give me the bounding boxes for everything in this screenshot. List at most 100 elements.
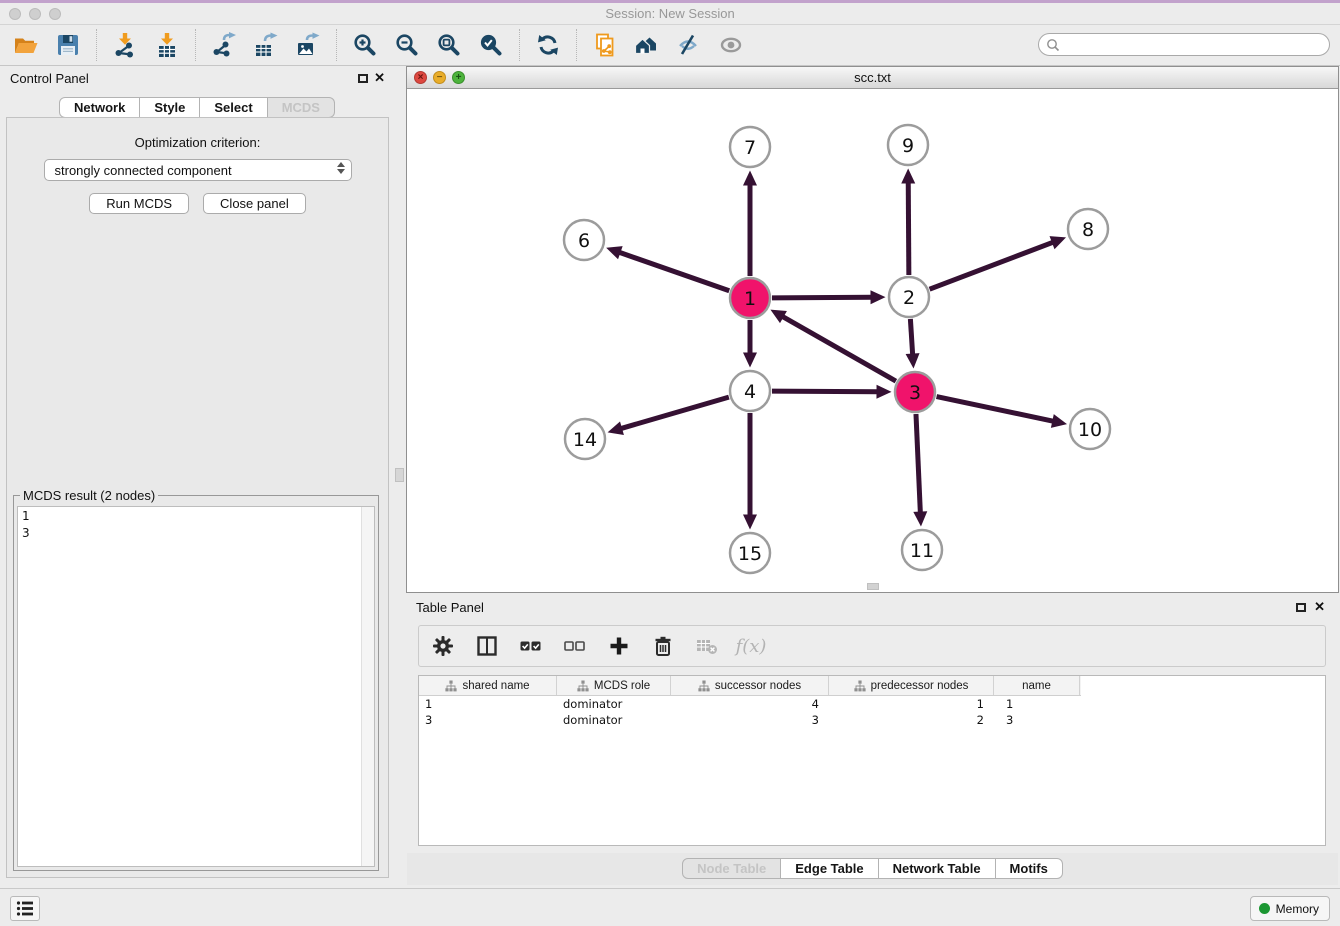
graph-edge-1-6[interactable] xyxy=(618,252,729,291)
zoom-selected-button[interactable] xyxy=(474,29,508,61)
table-tab-node-table[interactable]: Node Table xyxy=(682,858,781,879)
graph-edge-2-8[interactable] xyxy=(930,242,1054,289)
network-canvas-svg[interactable]: 7968124314101511 xyxy=(407,89,1338,592)
refresh-button[interactable] xyxy=(531,29,565,61)
table-cell[interactable]: 1 xyxy=(829,696,994,712)
zoom-in-button[interactable] xyxy=(348,29,382,61)
table-tab-edge-table[interactable]: Edge Table xyxy=(781,858,878,879)
graph-node-label: 4 xyxy=(744,381,756,403)
network-minimize-button[interactable]: − xyxy=(433,71,446,84)
zoom-out-button[interactable] xyxy=(390,29,424,61)
export-network-button[interactable] xyxy=(207,29,241,61)
home-button[interactable] xyxy=(630,29,664,61)
export-table-button[interactable] xyxy=(249,29,283,61)
import-network-button[interactable] xyxy=(108,29,142,61)
run-mcds-button[interactable]: Run MCDS xyxy=(89,193,189,214)
table-cell[interactable]: 3 xyxy=(671,712,829,728)
tab-mcds[interactable]: MCDS xyxy=(268,97,335,118)
gear-icon xyxy=(431,634,455,658)
graph-edge-arrowhead xyxy=(608,422,624,435)
deselect-all-button[interactable] xyxy=(561,632,589,660)
window-minimize-button[interactable] xyxy=(29,8,41,20)
graph-edge-1-2[interactable] xyxy=(772,297,873,298)
zoom-fit-button[interactable] xyxy=(432,29,466,61)
home-icon xyxy=(634,32,660,58)
hide-selected-button[interactable] xyxy=(672,29,706,61)
graph-edge-4-3[interactable] xyxy=(772,391,879,392)
import-table-button[interactable] xyxy=(150,29,184,61)
table-cell[interactable]: 3 xyxy=(419,712,557,728)
delete-table-button[interactable] xyxy=(693,632,721,660)
network-resize-grip[interactable] xyxy=(867,583,879,590)
export-image-button[interactable] xyxy=(291,29,325,61)
column-header-MCDS-role[interactable]: MCDS role xyxy=(557,676,671,695)
console-button[interactable] xyxy=(10,896,40,921)
column-header-shared-name[interactable]: shared name xyxy=(419,676,557,695)
import-network-icon xyxy=(112,32,138,58)
table-cell[interactable]: dominator xyxy=(557,696,671,712)
open-session-button[interactable] xyxy=(9,29,43,61)
table-cell[interactable]: 3 xyxy=(994,712,1080,728)
table-row[interactable]: 1dominator411 xyxy=(419,696,1325,712)
table-row[interactable]: 3dominator323 xyxy=(419,712,1325,728)
optimization-criterion-select[interactable]: strongly connected component xyxy=(44,159,352,181)
dropdown-stepper-icon xyxy=(337,162,345,174)
graph-edge-3-11[interactable] xyxy=(916,414,920,514)
network-close-button[interactable]: × xyxy=(414,71,427,84)
show-columns-button[interactable] xyxy=(473,632,501,660)
tab-select[interactable]: Select xyxy=(200,97,267,118)
clone-network-button[interactable] xyxy=(588,29,622,61)
column-header-predecessor-nodes[interactable]: predecessor nodes xyxy=(829,676,994,695)
float-panel-icon[interactable] xyxy=(358,74,368,83)
table-cell[interactable]: 1 xyxy=(419,696,557,712)
graph-edge-arrowhead xyxy=(606,246,622,259)
function-builder-button[interactable]: f(x) xyxy=(737,632,765,660)
columns-icon xyxy=(475,634,499,658)
refresh-icon xyxy=(535,32,561,58)
table-settings-button[interactable] xyxy=(429,632,457,660)
table-cell[interactable]: 4 xyxy=(671,696,829,712)
show-graphics-details-button[interactable] xyxy=(714,29,748,61)
delete-column-button[interactable] xyxy=(649,632,677,660)
table-cell[interactable]: dominator xyxy=(557,712,671,728)
graph-edge-2-3[interactable] xyxy=(910,319,912,356)
tab-network[interactable]: Network xyxy=(59,97,140,118)
panel-divider-grip[interactable] xyxy=(395,468,404,482)
column-header-successor-nodes[interactable]: successor nodes xyxy=(671,676,829,695)
close-panel-button[interactable]: Close panel xyxy=(203,193,306,214)
memory-button[interactable]: Memory xyxy=(1250,896,1330,921)
mcds-result-group: MCDS result (2 nodes) 1 3 xyxy=(13,495,379,871)
close-panel-icon[interactable]: ✕ xyxy=(374,71,385,85)
graph-edge-3-1[interactable] xyxy=(782,316,896,381)
add-column-button[interactable] xyxy=(605,632,633,660)
search-box[interactable] xyxy=(1038,33,1330,56)
graph-edge-2-9[interactable] xyxy=(908,181,909,275)
column-header-name[interactable]: name xyxy=(994,676,1080,695)
table-cell[interactable]: 2 xyxy=(829,712,994,728)
graph-edge-3-10[interactable] xyxy=(937,397,1055,422)
table-panel: Table Panel ✕ f(x) shared nameMCDS roles… xyxy=(406,595,1339,886)
select-all-button[interactable] xyxy=(517,632,545,660)
network-maximize-button[interactable]: + xyxy=(452,71,465,84)
table-cell[interactable]: 1 xyxy=(994,696,1080,712)
task-list-icon xyxy=(16,900,35,917)
graph-edge-arrowhead xyxy=(906,353,920,368)
zoom-selected-icon xyxy=(478,32,504,58)
tab-style[interactable]: Style xyxy=(140,97,200,118)
search-input[interactable] xyxy=(1060,35,1329,54)
table-tab-motifs[interactable]: Motifs xyxy=(996,858,1063,879)
result-scrollbar[interactable] xyxy=(361,507,374,866)
zoom-out-icon xyxy=(394,32,420,58)
table-tab-network-table[interactable]: Network Table xyxy=(879,858,996,879)
export-table-icon xyxy=(253,32,279,58)
mcds-result-text[interactable]: 1 3 xyxy=(18,507,360,866)
save-session-button[interactable] xyxy=(51,29,85,61)
table-close-icon[interactable]: ✕ xyxy=(1314,600,1325,614)
status-bar: Memory xyxy=(0,888,1340,926)
table-float-icon[interactable] xyxy=(1296,603,1306,612)
window-zoom-button[interactable] xyxy=(49,8,61,20)
network-window-titlebar[interactable]: × − + scc.txt xyxy=(407,67,1338,89)
graph-edge-arrowhead xyxy=(870,290,885,304)
graph-edge-4-14[interactable] xyxy=(620,397,729,429)
window-close-button[interactable] xyxy=(9,8,21,20)
